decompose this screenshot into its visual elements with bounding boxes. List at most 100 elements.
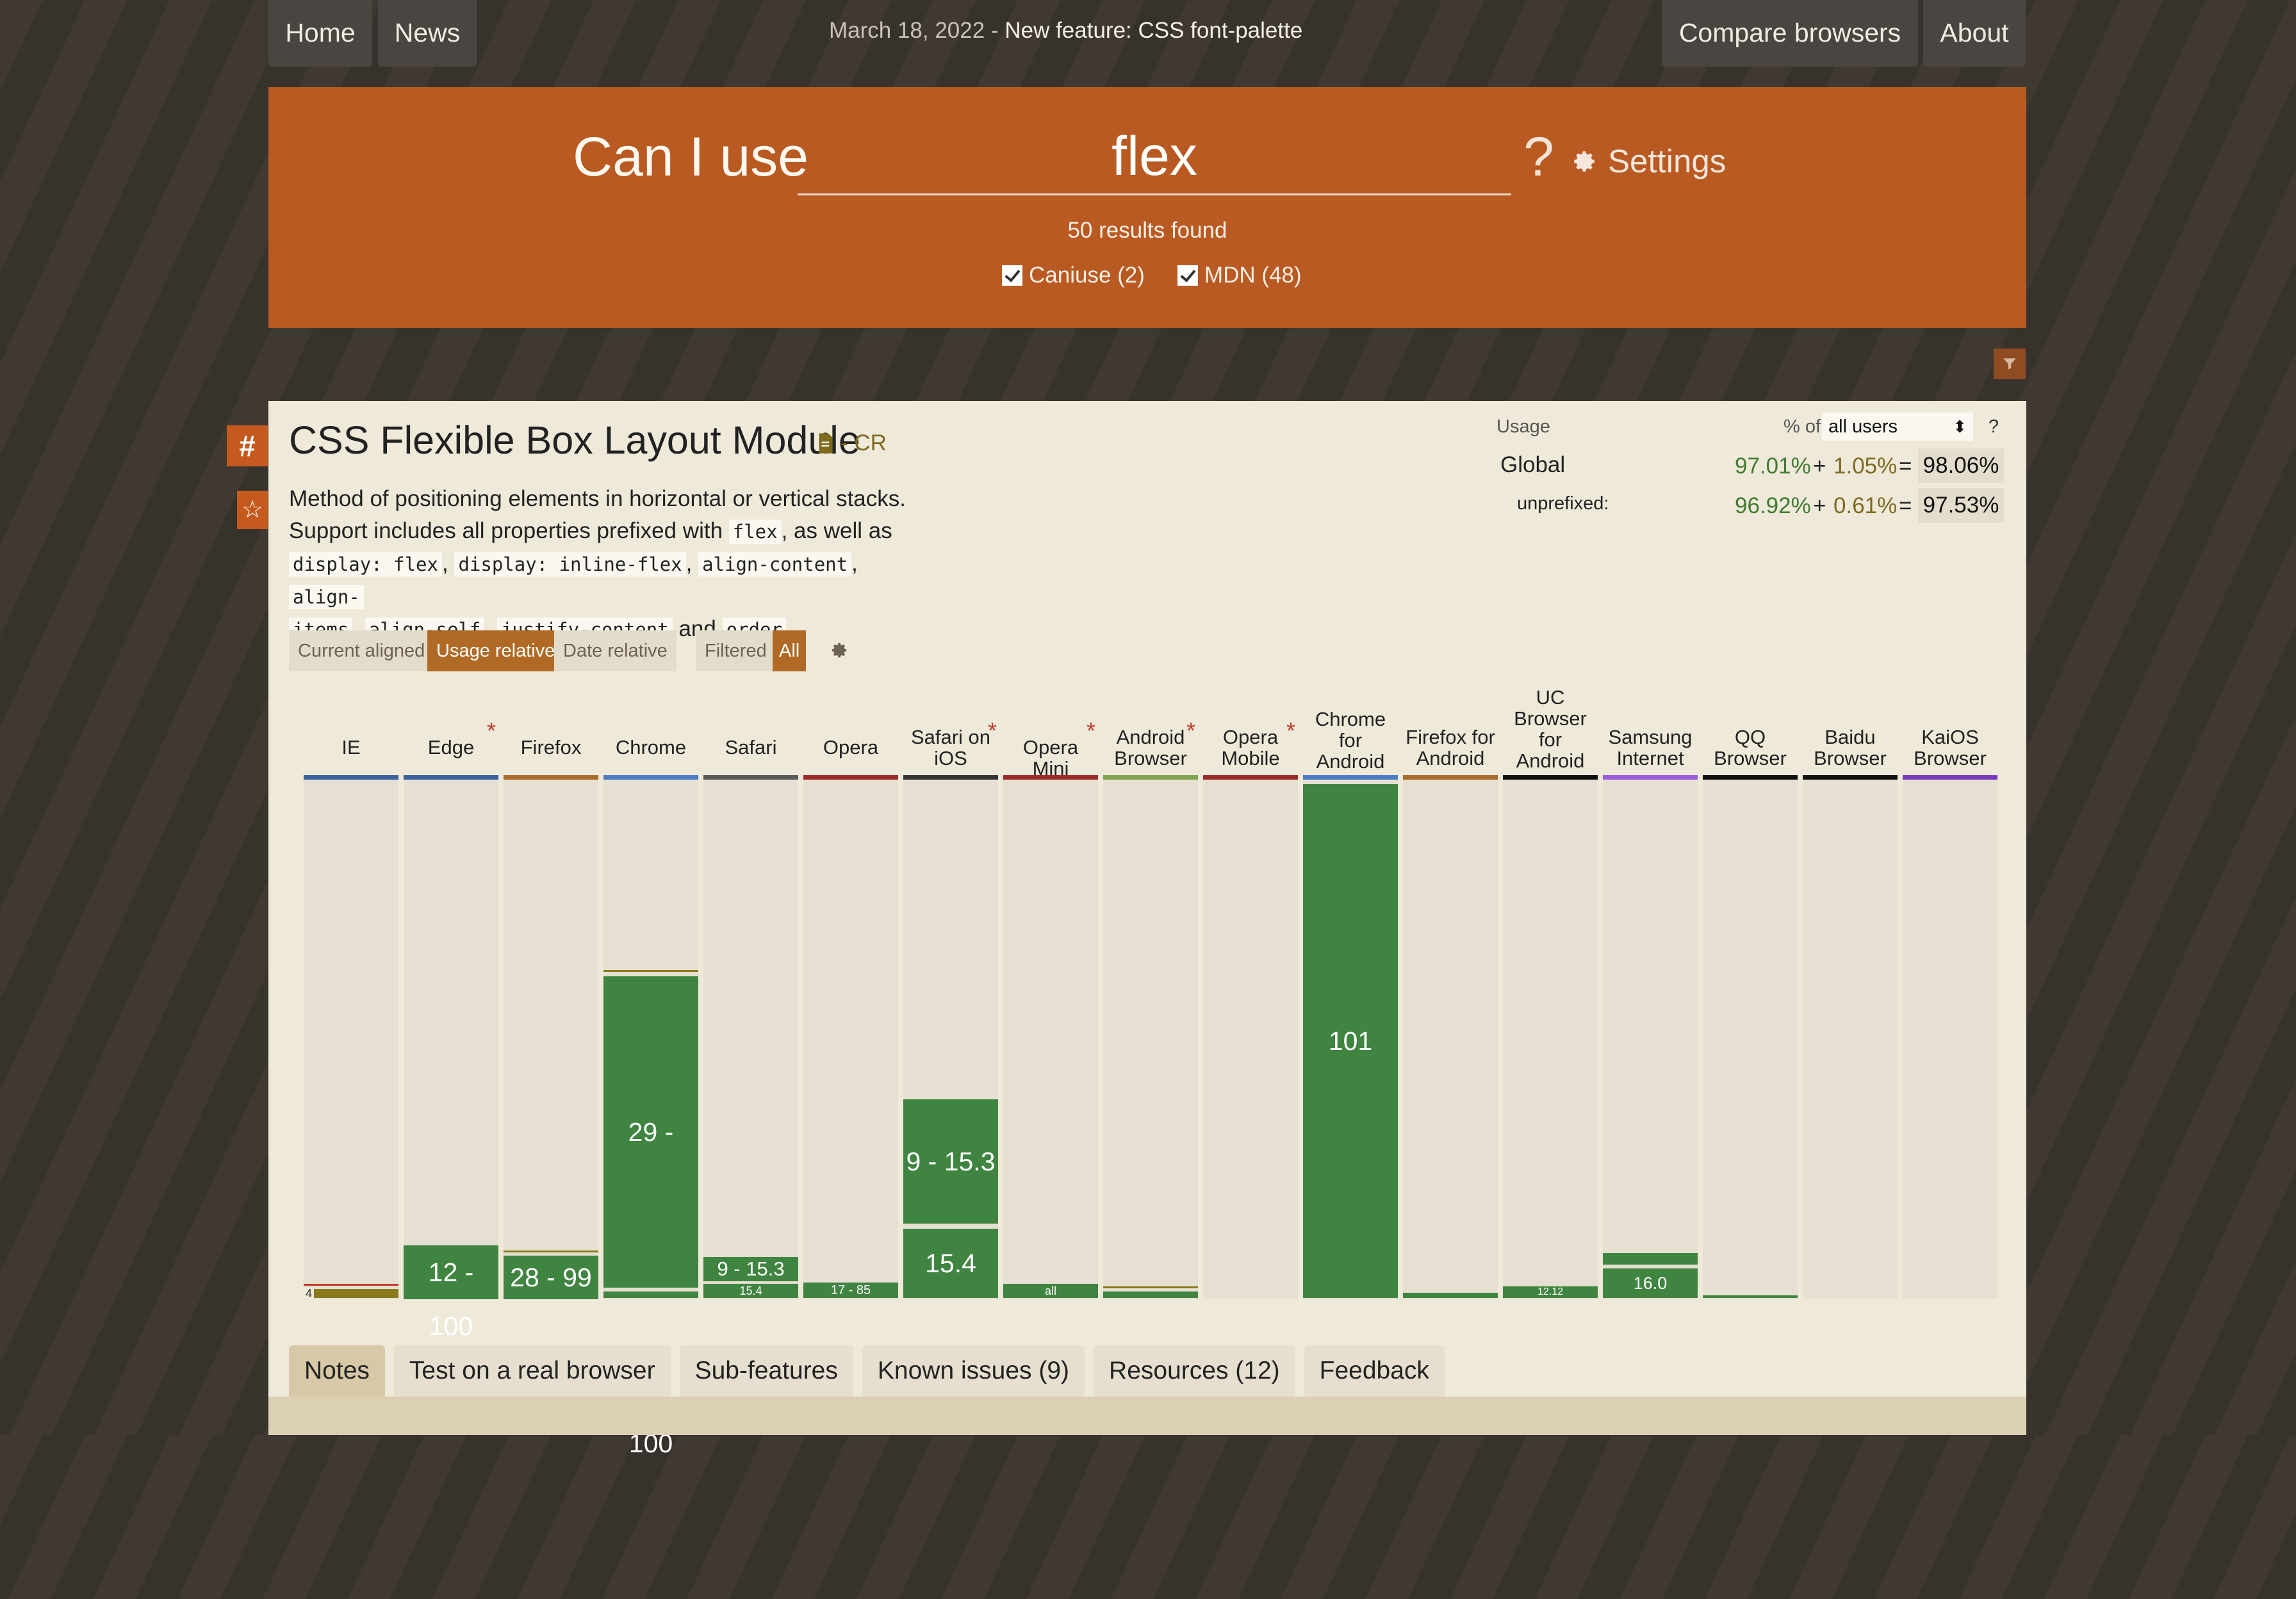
toggle-all[interactable]: All: [773, 630, 807, 671]
filter-button[interactable]: [1994, 348, 2026, 379]
kaios-color-bar: [1903, 775, 1997, 780]
uc-cell[interactable]: 12.12: [1503, 1286, 1598, 1298]
uc-column: [1503, 780, 1598, 1299]
qq-cell[interactable]: [1703, 1295, 1798, 1298]
browser-ie: IE: [341, 736, 361, 758]
usage-help[interactable]: ?: [1988, 416, 1999, 438]
browser-chrome-android-line1: Chrome: [1315, 708, 1386, 730]
nav-compare-browsers[interactable]: Compare browsers: [1662, 0, 1918, 67]
chrome-android-cell[interactable]: 101: [1303, 784, 1398, 1298]
browser-android-line1: Android: [1116, 726, 1185, 748]
browser-kaios: KaiOS Browser: [1903, 726, 1997, 769]
firefox-color-bar: [504, 775, 598, 780]
toggle-usage-relative[interactable]: Usage relative: [427, 630, 564, 671]
browser-uc-line2: Browser: [1514, 707, 1587, 730]
mdn-checkbox[interactable]: [1177, 265, 1198, 286]
caniuse-checkbox[interactable]: [1002, 265, 1022, 286]
android-note-asterisk: *: [1186, 718, 1196, 744]
android-partial-line: [1103, 1286, 1198, 1288]
android-supported-cell[interactable]: [1103, 1292, 1198, 1298]
android-column: [1103, 780, 1198, 1299]
browser-samsung-line2: Internet: [1616, 747, 1684, 769]
browser-samsung-line1: Samsung: [1608, 726, 1693, 748]
safari-column: [703, 780, 798, 1299]
nav-about[interactable]: About: [1923, 0, 2026, 67]
firefox-android-cell[interactable]: [1403, 1293, 1498, 1298]
code-align-content: align-content: [698, 552, 852, 577]
nav-news[interactable]: News: [378, 0, 477, 67]
desc-line-2: Support includes all properties prefixed…: [289, 515, 930, 548]
browser-opera-mini: Opera Mini: [1022, 736, 1079, 780]
firefox-android-color-bar: [1403, 775, 1498, 780]
search-prefix: Can I use: [573, 126, 809, 188]
baidu-column: [1803, 780, 1898, 1299]
browser-uc-line3: for: [1538, 728, 1562, 751]
table-settings-gear-icon[interactable]: [830, 641, 849, 660]
ie-unsupported-line: [304, 1284, 398, 1286]
safari-supported-cell[interactable]: 9 - 15.3: [703, 1257, 798, 1281]
announcement-link[interactable]: New feature: CSS font-palette: [1004, 18, 1302, 43]
settings-link[interactable]: Settings: [1571, 142, 1726, 180]
ie-version-small: 4: [304, 1287, 315, 1300]
opera-mini-note-asterisk: *: [1086, 718, 1096, 744]
browser-safari-ios-line1: Safari on: [910, 726, 991, 748]
ie-partial-cell[interactable]: 4: [304, 1287, 398, 1300]
desc-text-b: , as well as: [781, 518, 892, 543]
android-color-bar: [1103, 775, 1198, 780]
toggle-current-aligned[interactable]: Current aligned: [289, 630, 434, 671]
edge-column: [404, 780, 498, 1299]
browser-baidu: Baidu Browser: [1803, 726, 1898, 769]
tab-resources[interactable]: Resources (12): [1094, 1345, 1295, 1397]
users-select[interactable]: all users: [1822, 413, 1973, 441]
favorite-star-button[interactable]: ☆: [237, 491, 268, 529]
search-input[interactable]: flex: [798, 123, 1511, 195]
edge-supported-cell[interactable]: 12 - 100: [404, 1245, 498, 1341]
spec-status[interactable]: - CR: [817, 430, 887, 456]
unprefixed-total: 97.53%: [1918, 488, 2004, 523]
permalink-button[interactable]: #: [227, 425, 268, 466]
tab-known-issues[interactable]: Known issues (9): [862, 1345, 1085, 1397]
samsung-current-cell[interactable]: 16.0: [1603, 1268, 1698, 1298]
browser-firefox-android: Firefox for Android: [1403, 726, 1498, 769]
opera-mini-cell[interactable]: all: [1003, 1284, 1098, 1298]
ie-color-bar: [304, 775, 398, 780]
browser-opera-mobile-line1: Opera: [1222, 726, 1279, 748]
chrome-supported-cell[interactable]: 29 - 100: [603, 976, 698, 1458]
global-partial: 1.05%: [1833, 454, 1898, 479]
baidu-color-bar: [1803, 775, 1898, 780]
samsung-color-bar: [1603, 775, 1698, 780]
toggle-date-relative[interactable]: Date relative: [554, 630, 676, 671]
usage-label: Usage: [1496, 416, 1550, 437]
chrome-android-color-bar: [1303, 775, 1398, 780]
tab-feedback[interactable]: Feedback: [1304, 1345, 1445, 1397]
opera-supported-cell[interactable]: 17 - 85: [803, 1283, 898, 1298]
safari-current-cell[interactable]: 15.4: [703, 1284, 798, 1298]
safari-ios-current-cell[interactable]: 15.4: [903, 1229, 998, 1298]
opera-mini-color-bar: [1003, 775, 1098, 780]
browser-android: Android Browser: [1103, 726, 1198, 769]
tab-sub-features[interactable]: Sub-features: [679, 1345, 853, 1397]
tab-test-real-browser[interactable]: Test on a real browser: [393, 1345, 671, 1397]
chrome-older-cell[interactable]: [603, 1292, 698, 1298]
browser-baidu-line1: Baidu: [1824, 726, 1876, 748]
browser-firefox-android-line1: Firefox for: [1406, 726, 1495, 748]
unprefixed-label: unprefixed:: [1517, 493, 1609, 514]
toggle-filtered[interactable]: Filtered: [696, 630, 776, 671]
unprefixed-supported: 96.92%: [1735, 493, 1811, 518]
samsung-older-cell[interactable]: [1603, 1253, 1698, 1265]
ie-column: [304, 780, 398, 1299]
announcement-date: March 18, 2022: [829, 18, 985, 43]
firefox-supported-cell[interactable]: 28 - 99: [504, 1256, 598, 1299]
opera-mobile-note-asterisk: *: [1286, 718, 1296, 744]
safari-ios-note-asterisk: *: [988, 718, 997, 744]
nav-home[interactable]: Home: [268, 0, 372, 67]
safari-ios-supported-cell[interactable]: 9 - 15.3: [903, 1099, 998, 1224]
filter-caniuse[interactable]: Caniuse (2): [1002, 263, 1145, 288]
safari-color-bar: [703, 775, 798, 780]
browser-chrome-android-line2: for: [1338, 729, 1363, 751]
filter-mdn[interactable]: MDN (48): [1177, 263, 1302, 288]
tab-notes[interactable]: Notes: [289, 1345, 385, 1397]
chrome-color-bar: [603, 775, 698, 780]
uc-color-bar: [1503, 775, 1598, 780]
kaios-column: [1903, 780, 1997, 1299]
